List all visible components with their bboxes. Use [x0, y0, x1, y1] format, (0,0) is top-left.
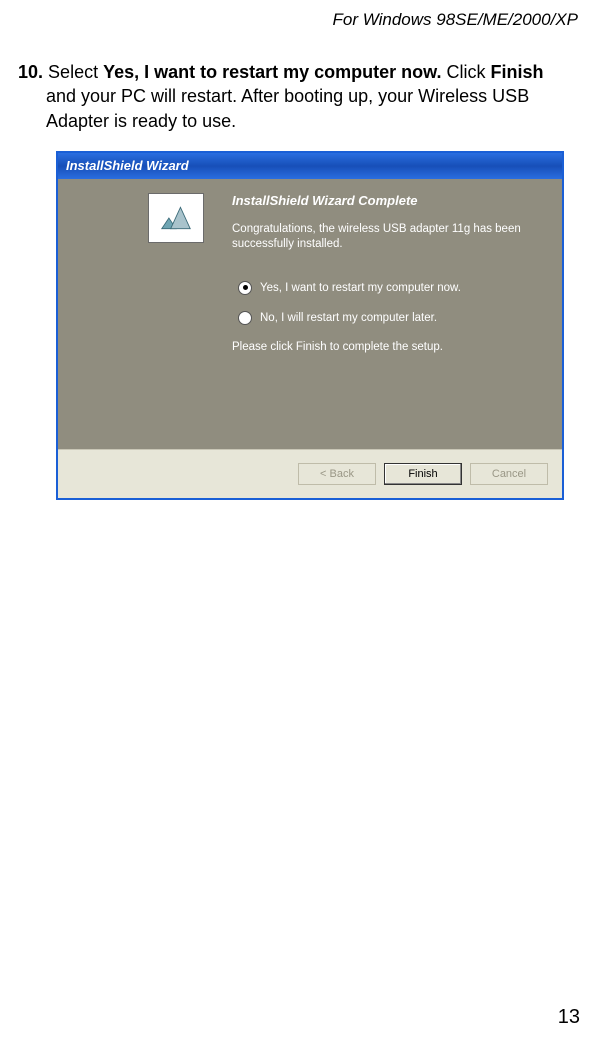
wizard-finish-text: Please click Finish to complete the setu… — [232, 341, 548, 353]
dialog-button-row: < Back Finish Cancel — [58, 449, 562, 498]
cancel-button: Cancel — [470, 463, 548, 485]
radio-restart-later[interactable]: No, I will restart my computer later. — [238, 311, 548, 325]
instruction-step-10: 10. Select Yes, I want to restart my com… — [18, 60, 574, 133]
wizard-heading: InstallShield Wizard Complete — [232, 193, 548, 208]
page-header: For Windows 98SE/ME/2000/XP — [18, 10, 580, 30]
dialog-title: InstallShield Wizard — [66, 158, 189, 173]
instruction-text-prefix: Select — [48, 62, 103, 82]
dialog-content: InstallShield Wizard Complete Congratula… — [58, 179, 562, 449]
dialog-titlebar: InstallShield Wizard — [58, 153, 562, 179]
radio-icon-selected[interactable] — [238, 281, 252, 295]
radio-label-restart-later: No, I will restart my computer later. — [260, 312, 437, 324]
back-button: < Back — [298, 463, 376, 485]
step-number: 10. — [18, 62, 43, 82]
radio-restart-now[interactable]: Yes, I want to restart my computer now. — [238, 281, 548, 295]
installshield-logo — [148, 193, 204, 243]
dialog-right-panel: InstallShield Wizard Complete Congratula… — [218, 179, 562, 449]
instruction-line2: and your PC will restart. After booting … — [46, 84, 574, 108]
finish-button[interactable]: Finish — [384, 463, 462, 485]
instruction-bold-option: Yes, I want to restart my computer now. — [103, 62, 441, 82]
radio-icon-unselected[interactable] — [238, 311, 252, 325]
installshield-dialog: InstallShield Wizard InstallShield Wizar… — [56, 151, 564, 500]
instruction-bold-finish: Finish — [491, 62, 544, 82]
wizard-congrats-text: Congratulations, the wireless USB adapte… — [232, 222, 548, 253]
instruction-line3: Adapter is ready to use. — [46, 109, 574, 133]
instruction-text-mid: Click — [442, 62, 491, 82]
radio-label-restart-now: Yes, I want to restart my computer now. — [260, 282, 461, 294]
arrow-icon — [158, 202, 194, 234]
page-number: 13 — [558, 1006, 580, 1029]
dialog-left-panel — [58, 179, 218, 449]
